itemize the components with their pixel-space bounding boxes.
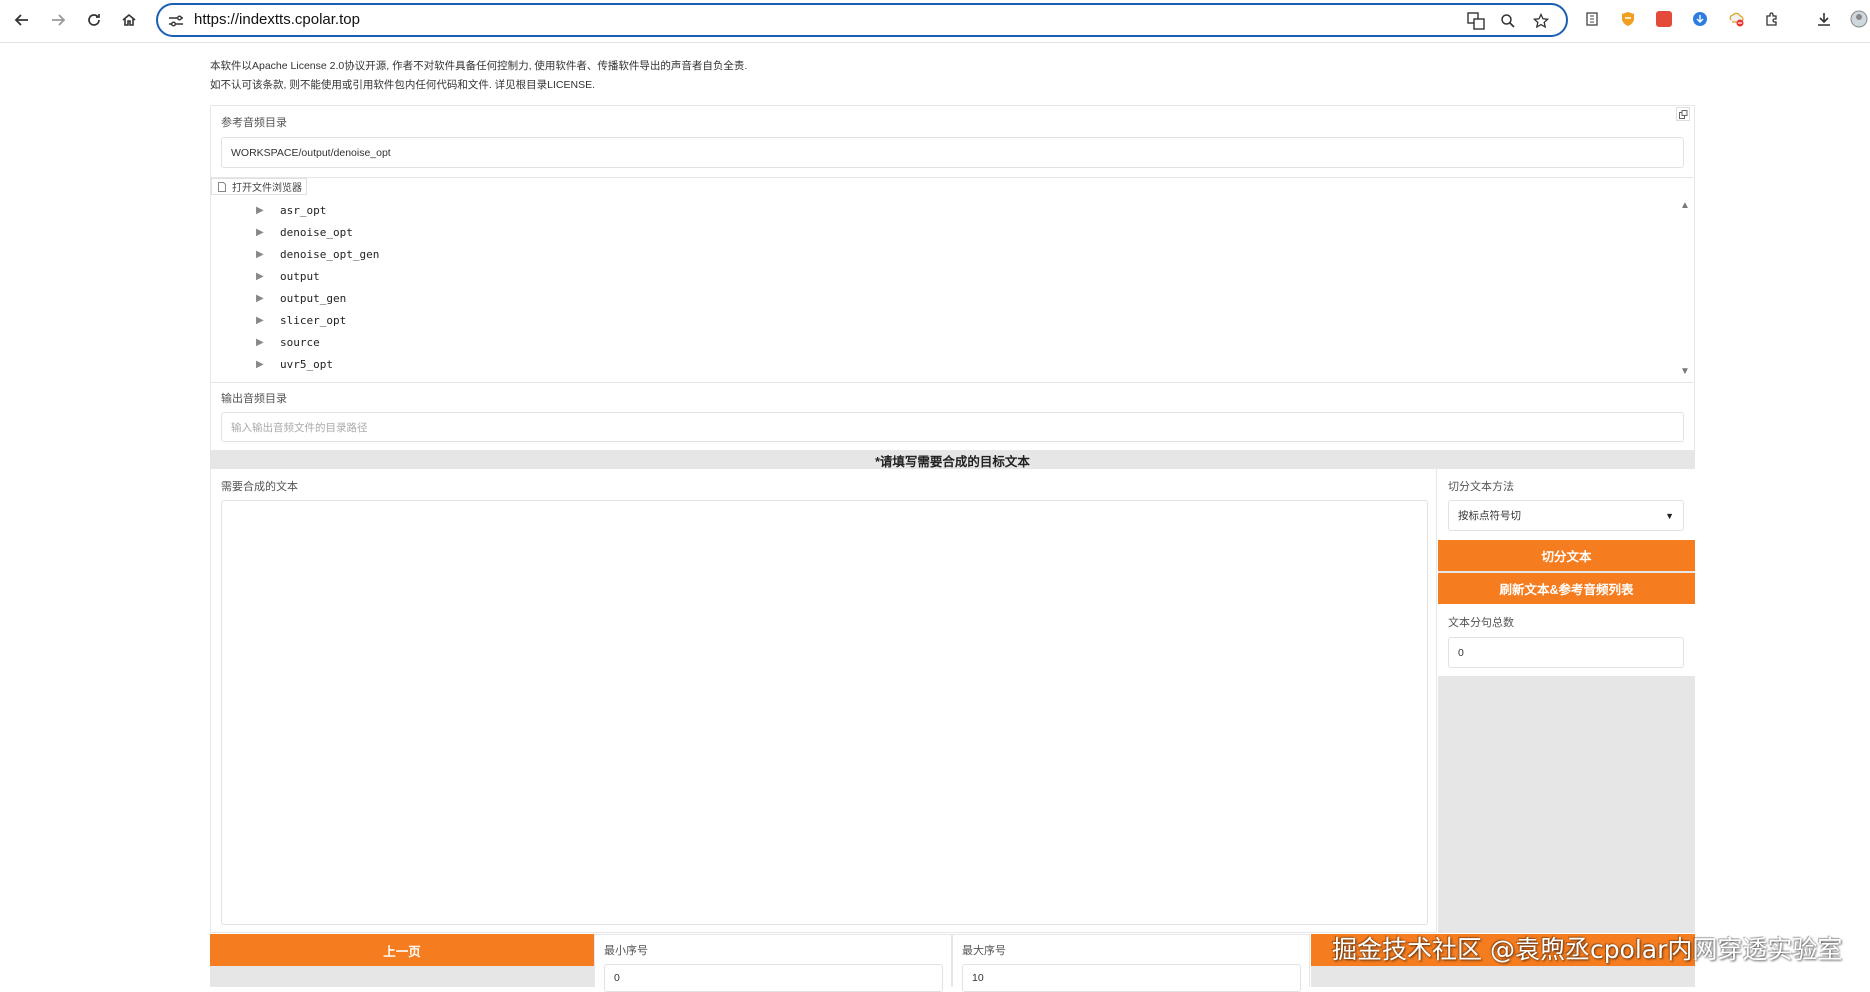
- chevron-down-icon: ▼: [1665, 510, 1674, 521]
- min-index-input[interactable]: 0: [604, 964, 943, 992]
- max-index-input[interactable]: 10: [962, 964, 1301, 992]
- min-index-label: 最小序号: [604, 945, 648, 957]
- open-file-browser-button[interactable]: 打开文件浏览器: [211, 178, 307, 195]
- reload-icon[interactable]: [80, 6, 108, 34]
- split-method-select[interactable]: 按标点符号切 ▼: [1448, 500, 1684, 531]
- split-text-button[interactable]: 切分文本: [1438, 540, 1695, 571]
- site-settings-icon[interactable]: [166, 11, 186, 31]
- split-method-value: 按标点符号切: [1458, 510, 1521, 522]
- folder-item[interactable]: ▶ source: [256, 332, 320, 352]
- watermark-text: 掘金技术社区 @袁煦丞cpolar内网穿透实验室: [1332, 935, 1843, 964]
- browser-toolbar: https://indextts.cpolar.top: [0, 0, 1870, 43]
- expand-arrow-icon[interactable]: ▶: [256, 249, 272, 260]
- expand-arrow-icon[interactable]: ▶: [256, 227, 272, 238]
- expand-arrow-icon[interactable]: ▶: [256, 337, 272, 348]
- expand-arrow-icon[interactable]: ▶: [256, 315, 272, 326]
- file-browser-panel: [210, 178, 1695, 383]
- synth-text-area[interactable]: [221, 500, 1428, 925]
- translate-icon[interactable]: [1466, 11, 1486, 31]
- extensions-puzzle-icon[interactable]: [1761, 8, 1783, 30]
- scroll-up-icon[interactable]: ▲: [1680, 200, 1690, 211]
- file-icon: [218, 181, 226, 192]
- expand-arrow-icon[interactable]: ▶: [256, 271, 272, 282]
- folder-item[interactable]: ▶ uvr5_opt: [256, 354, 333, 374]
- sentence-count-input[interactable]: 0: [1448, 637, 1684, 668]
- scroll-down-icon[interactable]: ▼: [1680, 366, 1690, 377]
- ref-audio-label: 参考音频目录: [221, 117, 287, 129]
- url-text[interactable]: https://indextts.cpolar.top: [194, 11, 360, 28]
- forward-icon[interactable]: [44, 6, 72, 34]
- folder-item[interactable]: ▶ slicer_opt: [256, 310, 346, 330]
- red-extension-icon[interactable]: [1653, 8, 1675, 30]
- license-notice-line1: 本软件以Apache License 2.0协议开源, 作者不对软件具备任何控制…: [210, 60, 748, 72]
- expand-arrow-icon[interactable]: ▶: [256, 293, 272, 304]
- cloud-extension-icon[interactable]: [1725, 8, 1747, 30]
- prev-page-filler: [210, 966, 594, 987]
- folder-item[interactable]: ▶ denoise_opt_gen: [256, 244, 379, 264]
- section-header: *请填写需要合成的目标文本: [210, 451, 1695, 469]
- open-file-browser-label: 打开文件浏览器: [232, 183, 302, 194]
- output-audio-dir-input[interactable]: 输入输出音频文件的目录路径: [221, 412, 1684, 442]
- prev-page-button[interactable]: 上一页: [210, 934, 594, 966]
- next-page-filler: [1311, 966, 1695, 987]
- blue-extension-icon[interactable]: [1689, 8, 1711, 30]
- zoom-icon[interactable]: [1498, 11, 1518, 31]
- back-icon[interactable]: [8, 6, 36, 34]
- refresh-list-button[interactable]: 刷新文本&参考音频列表: [1438, 573, 1695, 604]
- split-method-label: 切分文本方法: [1448, 481, 1514, 493]
- expand-arrow-icon[interactable]: ▶: [256, 359, 272, 370]
- synth-text-label: 需要合成的文本: [221, 481, 298, 493]
- ref-audio-dir-input[interactable]: WORKSPACE/output/denoise_opt: [221, 137, 1684, 168]
- address-bar[interactable]: https://indextts.cpolar.top: [156, 3, 1568, 37]
- output-audio-placeholder: 输入输出音频文件的目录路径: [231, 421, 368, 434]
- shield-extension-icon[interactable]: [1617, 8, 1639, 30]
- reading-list-icon[interactable]: [1582, 8, 1604, 30]
- license-notice-line2: 如不认可该条款, 则不能使用或引用软件包内任何代码和文件. 详见根目录LICEN…: [210, 79, 596, 91]
- expand-arrow-icon[interactable]: ▶: [256, 205, 272, 216]
- copy-icon[interactable]: [1676, 107, 1690, 121]
- folder-item[interactable]: ▶ asr_opt: [256, 200, 326, 220]
- folder-item[interactable]: ▶ denoise_opt: [256, 222, 353, 242]
- download-icon[interactable]: [1813, 8, 1835, 30]
- profile-icon[interactable]: [1848, 8, 1870, 30]
- home-icon[interactable]: [115, 6, 143, 34]
- sentence-count-label: 文本分句总数: [1448, 617, 1514, 629]
- max-index-label: 最大序号: [962, 945, 1006, 957]
- star-icon[interactable]: [1531, 11, 1551, 31]
- folder-item[interactable]: ▶ output_gen: [256, 288, 346, 308]
- output-audio-label: 输出音频目录: [221, 393, 287, 405]
- folder-item[interactable]: ▶ output: [256, 266, 320, 286]
